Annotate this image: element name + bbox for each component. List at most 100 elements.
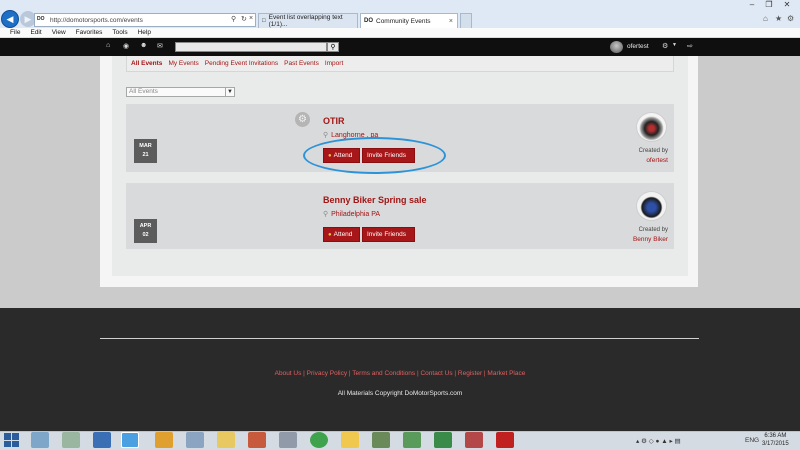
subnav-past-events[interactable]: Past Events [284, 60, 319, 67]
subnav-pending-invitations[interactable]: Pending Event Invitations [205, 60, 278, 67]
site-favicon-icon: DO [37, 16, 45, 22]
taskbar-app-icon[interactable] [186, 432, 204, 448]
attend-button[interactable]: ● Attend [323, 227, 360, 242]
arrow-left-icon: ◀ [6, 13, 14, 24]
tray-icons[interactable]: ▴ ⚙ ◇ ● ▲ ▸ ▤ [636, 437, 681, 445]
taskbar-app-icon[interactable] [217, 432, 235, 448]
language-indicator[interactable]: ENG [745, 437, 759, 444]
chrome-icon[interactable] [310, 432, 328, 448]
site-search-button[interactable]: ⚲ [327, 42, 339, 52]
created-by-label: Created by [638, 148, 668, 154]
user-avatar[interactable] [610, 41, 623, 53]
site-navbar [0, 38, 800, 56]
event-creator-link[interactable]: ofertest [608, 157, 668, 164]
taskbar-app-icon[interactable] [31, 432, 49, 448]
attend-icon: ● [328, 231, 332, 238]
system-clock[interactable]: 6:36 AM 3/17/2015 [762, 432, 789, 448]
invite-friends-button[interactable]: Invite Friends [362, 227, 415, 242]
users-icon[interactable]: ☻ [140, 42, 147, 49]
tab-event-list[interactable]: □ Event list overlapping text (1/1)... [258, 13, 358, 28]
page-icon: □ [262, 18, 266, 24]
created-by-label: Created by [638, 227, 668, 233]
taskbar-app-icon[interactable] [434, 432, 452, 448]
footer-links[interactable]: About Us | Privacy Policy | Terms and Co… [0, 370, 800, 377]
taskbar-app-icon[interactable] [248, 432, 266, 448]
mail-icon[interactable]: ✉ [157, 42, 163, 50]
site-search-input[interactable] [175, 42, 327, 52]
clock-time: 6:36 AM [764, 433, 787, 439]
menu-view[interactable]: View [52, 29, 66, 36]
back-button[interactable]: ◀ [1, 10, 19, 28]
tab-community-events[interactable]: DO Community Events × [360, 13, 458, 28]
event-date-badge: MAR 21 [134, 139, 157, 163]
clock-date: 3/17/2015 [762, 441, 789, 447]
settings-gear-icon[interactable]: ⚙ [295, 112, 310, 127]
tab-label: Event list overlapping text (1/1)... [268, 14, 343, 28]
event-thumbnail[interactable] [636, 191, 667, 221]
subnav-all-events[interactable]: All Events [131, 60, 162, 67]
username[interactable]: ofertest [627, 43, 649, 50]
taskbar-app-icon[interactable] [372, 432, 390, 448]
event-date-badge: APR 02 [134, 219, 157, 243]
chevron-down-icon[interactable]: ▼ [672, 42, 677, 48]
menu-file[interactable]: File [10, 29, 20, 36]
settings-gear-icon[interactable]: ⚙ [662, 42, 668, 50]
event-creator-link[interactable]: Benny Biker [608, 236, 668, 243]
event-filter-select[interactable]: All Events ▼ [126, 87, 235, 97]
taskbar-app-icon[interactable] [403, 432, 421, 448]
close-tab-icon[interactable]: × [449, 18, 453, 25]
refresh-icon[interactable]: ↻ [241, 15, 247, 23]
minimize-button[interactable]: – [744, 0, 760, 9]
taskbar-app-icon[interactable] [155, 432, 173, 448]
menu-favorites[interactable]: Favorites [76, 29, 103, 36]
events-subnav: All Events My Events Pending Event Invit… [126, 56, 674, 72]
new-tab-button[interactable] [460, 13, 472, 28]
attend-label: Attend [333, 231, 353, 238]
close-icon[interactable]: × [249, 15, 253, 22]
favorites-star-icon[interactable]: ★ [775, 14, 782, 23]
event-day: 21 [142, 152, 149, 158]
address-bar[interactable]: DO http://domotorsports.com/events ⚲ ↻ × [34, 13, 256, 27]
taskbar-app-icon[interactable] [465, 432, 483, 448]
home-icon[interactable]: ⌂ [763, 14, 768, 23]
event-location-text: Philadelphia PA [331, 211, 381, 218]
taskbar-app-icon[interactable] [93, 432, 111, 448]
arrow-right-icon: ▶ [24, 13, 32, 24]
event-title[interactable]: OTIR [323, 116, 345, 126]
event-title[interactable]: Benny Biker Spring sale [323, 195, 427, 205]
internet-explorer-icon[interactable] [121, 432, 139, 448]
filezilla-icon[interactable] [496, 432, 514, 448]
menu-tools[interactable]: Tools [112, 29, 127, 36]
address-url[interactable]: http://domotorsports.com/events [50, 17, 143, 24]
close-window-button[interactable]: ✕ [779, 0, 795, 9]
subnav-import[interactable]: Import [325, 60, 343, 67]
tab-label: Community Events [376, 17, 431, 25]
map-pin-icon: ⚲ [323, 211, 329, 218]
menu-help[interactable]: Help [138, 29, 151, 36]
home-icon[interactable]: ⌂ [106, 42, 110, 49]
event-thumbnail[interactable] [636, 112, 667, 142]
search-icon[interactable]: ⚲ [231, 15, 236, 23]
footer-divider [100, 338, 699, 339]
taskbar-app-icon[interactable] [279, 432, 297, 448]
globe-icon[interactable]: ◉ [123, 42, 129, 50]
event-day: 02 [142, 232, 149, 238]
event-month: APR [139, 223, 152, 229]
footer-copyright: All Materials Copyright DoMotorSports.co… [337, 390, 463, 397]
menu-edit[interactable]: Edit [30, 29, 41, 36]
event-location[interactable]: ⚲ Philadelphia PA [323, 210, 380, 218]
filter-selected-value: All Events [129, 88, 158, 95]
taskbar-app-icon[interactable] [62, 432, 80, 448]
start-button[interactable] [4, 433, 20, 447]
logout-icon[interactable]: ⇨ [687, 42, 693, 50]
taskbar-app-icon[interactable] [341, 432, 359, 448]
site-favicon-icon: DO [364, 18, 373, 24]
event-month: MAR [139, 143, 152, 149]
subnav-my-events[interactable]: My Events [168, 60, 198, 67]
search-icon: ⚲ [330, 44, 336, 51]
maximize-button[interactable]: ❐ [761, 0, 777, 9]
menu-bar: File Edit View Favorites Tools Help [0, 28, 800, 38]
settings-gear-icon[interactable]: ⚙ [787, 14, 794, 23]
highlight-ellipse [303, 137, 446, 174]
chevron-down-icon: ▼ [225, 88, 234, 96]
